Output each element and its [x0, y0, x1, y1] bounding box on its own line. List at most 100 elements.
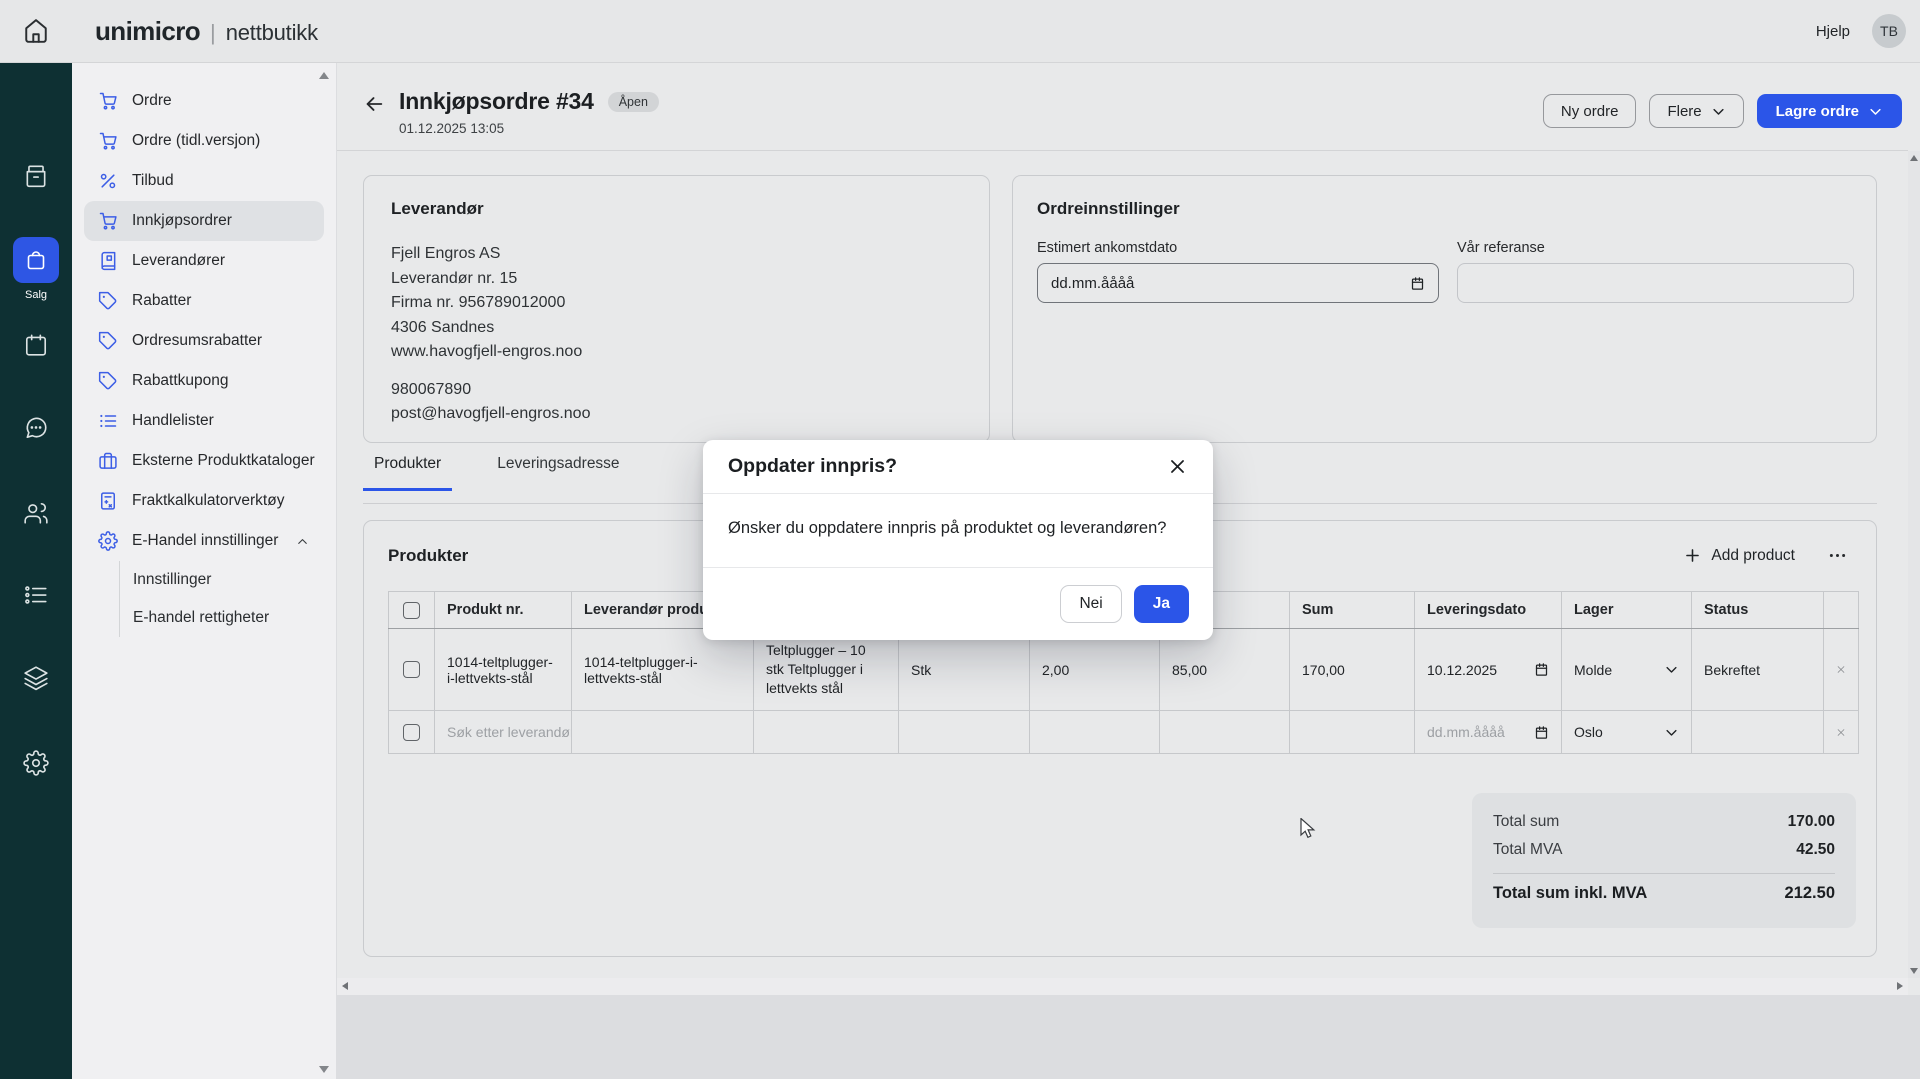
menu-scroll-down-icon[interactable]: [319, 1066, 329, 1073]
total-incl-mva-label: Total sum inkl. MVA: [1493, 884, 1647, 903]
cell-quantity[interactable]: 2,00: [1030, 629, 1160, 711]
table-more-menu-button[interactable]: [1827, 545, 1848, 566]
order-totals: Total sum 170.00 Total MVA 42.50 Total s…: [1472, 793, 1856, 928]
sidebar-item-ordresumsrabatter[interactable]: Ordresumsrabatter: [84, 321, 324, 361]
save-order-button[interactable]: Lagre ordre: [1757, 94, 1902, 128]
cell-product-nr: 1014-teltplugger-i-lettvekts-stål: [435, 629, 572, 711]
tag-icon: [98, 291, 118, 311]
users-icon: [23, 500, 49, 526]
calendar-picker-icon[interactable]: [1534, 662, 1549, 677]
menu-scroll-up-icon[interactable]: [319, 72, 329, 79]
scroll-down-icon[interactable]: [1910, 968, 1918, 974]
modal-cancel-button[interactable]: Nei: [1060, 585, 1121, 623]
page-title: Innkjøpsordre #34: [399, 88, 594, 115]
rail-checklist-button[interactable]: [23, 582, 49, 608]
warehouse-select[interactable]: Molde: [1574, 662, 1679, 678]
calculator-icon: [98, 491, 118, 511]
add-product-label: Add product: [1711, 547, 1795, 565]
scroll-right-icon[interactable]: [1897, 982, 1903, 990]
sidebar-item-rabatter[interactable]: Rabatter: [84, 281, 324, 321]
add-product-button[interactable]: Add product: [1683, 546, 1795, 565]
delivery-date-input[interactable]: dd.mm.åååå: [1427, 724, 1549, 740]
sidebar-item-label: E-handel rettigheter: [133, 609, 269, 627]
sidebar-item-leverandorer[interactable]: Leverandører: [84, 241, 324, 281]
help-link[interactable]: Hjelp: [1816, 23, 1850, 40]
rail-calendar-button[interactable]: [23, 332, 49, 358]
sidebar-item-fraktkalkulatorverktoy[interactable]: Fraktkalkulatorverktøy: [84, 481, 324, 521]
rail-sales-button[interactable]: [13, 237, 59, 283]
calendar-picker-icon[interactable]: [1534, 725, 1549, 740]
sidebar-subitem-ehandel-rettigheter[interactable]: E-handel rettigheter: [133, 599, 336, 637]
user-avatar[interactable]: TB: [1872, 14, 1906, 48]
sidebar-item-label: Leverandører: [132, 252, 225, 270]
sidebar-item-innkjopsordrer[interactable]: Innkjøpsordrer: [84, 201, 324, 241]
sidebar-item-handlelister[interactable]: Handlelister: [84, 401, 324, 441]
sidebar-item-label: Eksterne Produktkataloger: [132, 452, 315, 470]
icon-rail: Salg: [0, 63, 72, 1079]
sidebar-item-tilbud[interactable]: Tilbud: [84, 161, 324, 201]
sidebar-item-label: Ordresumsrabatter: [132, 332, 262, 350]
briefcase-icon: [98, 451, 118, 471]
list-icon: [98, 411, 118, 431]
modal-confirm-button[interactable]: Ja: [1134, 585, 1189, 623]
sidebar-item-ehandel-innstillinger[interactable]: E-Handel innstillinger: [84, 521, 324, 561]
sidebar-item-ordre-tidl-versjon[interactable]: Ordre (tidl.versjon): [84, 121, 324, 161]
rail-chat-button[interactable]: [23, 415, 49, 441]
delivery-date-input[interactable]: 10.12.2025: [1427, 662, 1549, 678]
close-icon: [1168, 457, 1187, 476]
cell-price[interactable]: 85,00: [1160, 629, 1290, 711]
vertical-scrollbar[interactable]: [1908, 151, 1920, 978]
sidebar-item-rabattkupong[interactable]: Rabattkupong: [84, 361, 324, 401]
sidebar-item-label: Rabatter: [132, 292, 191, 310]
reference-input[interactable]: [1457, 263, 1854, 303]
cell-sum: 170,00: [1290, 629, 1415, 711]
supplier-search-input[interactable]: Søk etter leverandør: [435, 711, 572, 754]
scroll-left-icon[interactable]: [342, 982, 348, 990]
home-icon: [23, 18, 49, 44]
rail-archive-button[interactable]: [23, 163, 49, 189]
status-badge: Åpen: [608, 92, 659, 112]
total-mva-label: Total MVA: [1493, 836, 1563, 864]
supplier-website: www.havogfjell-engros.noo: [391, 340, 962, 365]
row-checkbox[interactable]: [403, 661, 420, 678]
scroll-up-icon[interactable]: [1910, 155, 1918, 161]
col-sum: Sum: [1290, 592, 1415, 629]
back-button[interactable]: [363, 93, 385, 115]
delivery-date-placeholder: dd.mm.åååå: [1427, 724, 1505, 740]
modal-close-button[interactable]: [1168, 457, 1187, 476]
eta-date-input[interactable]: dd.mm.åååå: [1037, 263, 1439, 303]
cart-icon: [98, 91, 118, 111]
modal-message: Ønsker du oppdatere innpris på produktet…: [703, 494, 1213, 568]
order-settings-title: Ordreinnstillinger: [1037, 199, 1852, 219]
sidebar-item-ordre[interactable]: Ordre: [84, 81, 324, 121]
more-button[interactable]: Flere: [1649, 94, 1743, 128]
rail-settings-button[interactable]: [23, 750, 49, 776]
select-all-checkbox[interactable]: [403, 602, 420, 619]
update-price-modal: Oppdater innpris? Ønsker du oppdatere in…: [703, 440, 1213, 640]
tab-produkter[interactable]: Produkter: [363, 455, 452, 488]
sidebar-subitem-innstillinger[interactable]: Innstillinger: [133, 561, 336, 599]
home-button[interactable]: [0, 18, 72, 44]
total-mva-value: 42.50: [1796, 836, 1835, 864]
horizontal-scrollbar[interactable]: [337, 978, 1908, 995]
tab-leveringsadresse[interactable]: Leveringsadresse: [486, 455, 630, 488]
supplier-phone: 980067890: [391, 378, 962, 403]
bottom-strip: [337, 995, 1920, 1079]
rail-layers-button[interactable]: [23, 665, 49, 691]
cell-unit: Stk: [899, 629, 1030, 711]
archive-box-icon: [23, 163, 49, 189]
sidebar-item-label: E-Handel innstillinger: [132, 532, 278, 550]
warehouse-select[interactable]: Oslo: [1574, 724, 1679, 740]
delete-row-button[interactable]: [1836, 662, 1846, 677]
sidebar-item-label: Handlelister: [132, 412, 214, 430]
rail-users-button[interactable]: [23, 500, 49, 526]
new-order-button[interactable]: Ny ordre: [1543, 94, 1637, 128]
delete-row-button[interactable]: [1836, 725, 1846, 740]
sidebar-item-eksterne-produktkataloger[interactable]: Eksterne Produktkataloger: [84, 441, 324, 481]
supplier-city: 4306 Sandnes: [391, 316, 962, 341]
sidebar-item-label: Innkjøpsordrer: [132, 212, 232, 230]
col-status: Status: [1692, 592, 1824, 629]
sidebar-item-label: Fraktkalkulatorverktøy: [132, 492, 284, 510]
calendar-picker-icon[interactable]: [1410, 276, 1425, 291]
row-checkbox[interactable]: [403, 724, 420, 741]
